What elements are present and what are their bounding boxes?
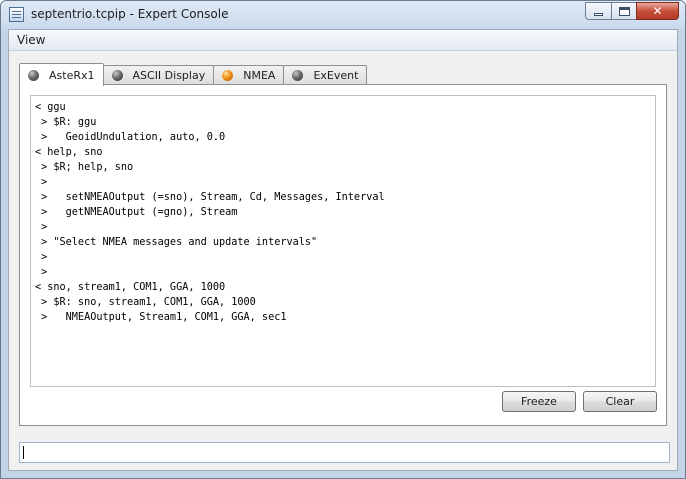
console-line: > GeoidUndulation, auto, 0.0 (35, 132, 226, 143)
freeze-button[interactable]: Freeze (502, 391, 576, 412)
tab-label: ASCII Display (132, 69, 206, 82)
console-line: > NMEAOutput, Stream1, COM1, GGA, sec1 (35, 312, 287, 323)
command-input[interactable] (19, 442, 670, 463)
expert-console-window: septentrio.tcpip - Expert Console ✕ View… (0, 0, 686, 479)
client-area: View AsteRx1 ASCII Display NMEA ExEvent (8, 29, 678, 471)
text-caret (23, 446, 24, 459)
console-line: > "Select NMEA messages and update inter… (35, 237, 318, 248)
console-output[interactable]: < ggu > $R: ggu > GeoidUndulation, auto,… (30, 95, 656, 387)
maximize-button[interactable] (611, 2, 636, 20)
maximize-icon (618, 6, 630, 16)
minimize-icon (594, 12, 603, 16)
console-line: > setNMEAOutput (=sno), Stream, Cd, Mess… (35, 192, 385, 203)
tab-panel-asterx1: < ggu > $R: ggu > GeoidUndulation, auto,… (19, 84, 667, 426)
tab-label: NMEA (243, 69, 276, 82)
console-line: > (35, 177, 48, 188)
console-line: < sno, stream1, COM1, GGA, 1000 (35, 282, 226, 293)
console-line: < help, sno (35, 147, 103, 158)
console-line: > getNMEAOutput (=gno), Stream (35, 207, 238, 218)
menu-bar: View (9, 30, 677, 51)
console-line: > (35, 222, 48, 233)
caption-buttons: ✕ (585, 2, 679, 22)
title-bar[interactable]: septentrio.tcpip - Expert Console ✕ (1, 1, 685, 29)
tab-strip: AsteRx1 ASCII Display NMEA ExEvent (19, 63, 368, 86)
tab-nmea[interactable]: NMEA (213, 65, 285, 85)
tab-ascii-display[interactable]: ASCII Display (102, 65, 215, 85)
status-indicator-icon (28, 69, 39, 81)
tab-label: AsteRx1 (49, 68, 95, 82)
tab-exevent[interactable]: ExEvent (283, 65, 368, 85)
app-icon (9, 7, 24, 22)
status-indicator-icon (292, 70, 304, 81)
console-line: > $R: ggu (35, 117, 97, 128)
clear-button[interactable]: Clear (583, 391, 657, 412)
console-line: > (35, 252, 48, 263)
minimize-button[interactable] (585, 2, 611, 20)
tab-asterx1[interactable]: AsteRx1 (19, 63, 104, 86)
status-indicator-icon (111, 70, 123, 81)
console-line: > $R; help, sno (35, 162, 134, 173)
close-icon: ✕ (652, 4, 663, 18)
status-indicator-icon (222, 70, 234, 81)
console-line: < ggu (35, 102, 66, 113)
tab-label: ExEvent (313, 69, 359, 82)
console-line: > $R: sno, stream1, COM1, GGA, 1000 (35, 297, 256, 308)
menu-view[interactable]: View (17, 33, 45, 47)
window-title: septentrio.tcpip - Expert Console (31, 7, 229, 21)
close-button[interactable]: ✕ (636, 2, 679, 20)
console-line: > (35, 267, 48, 278)
